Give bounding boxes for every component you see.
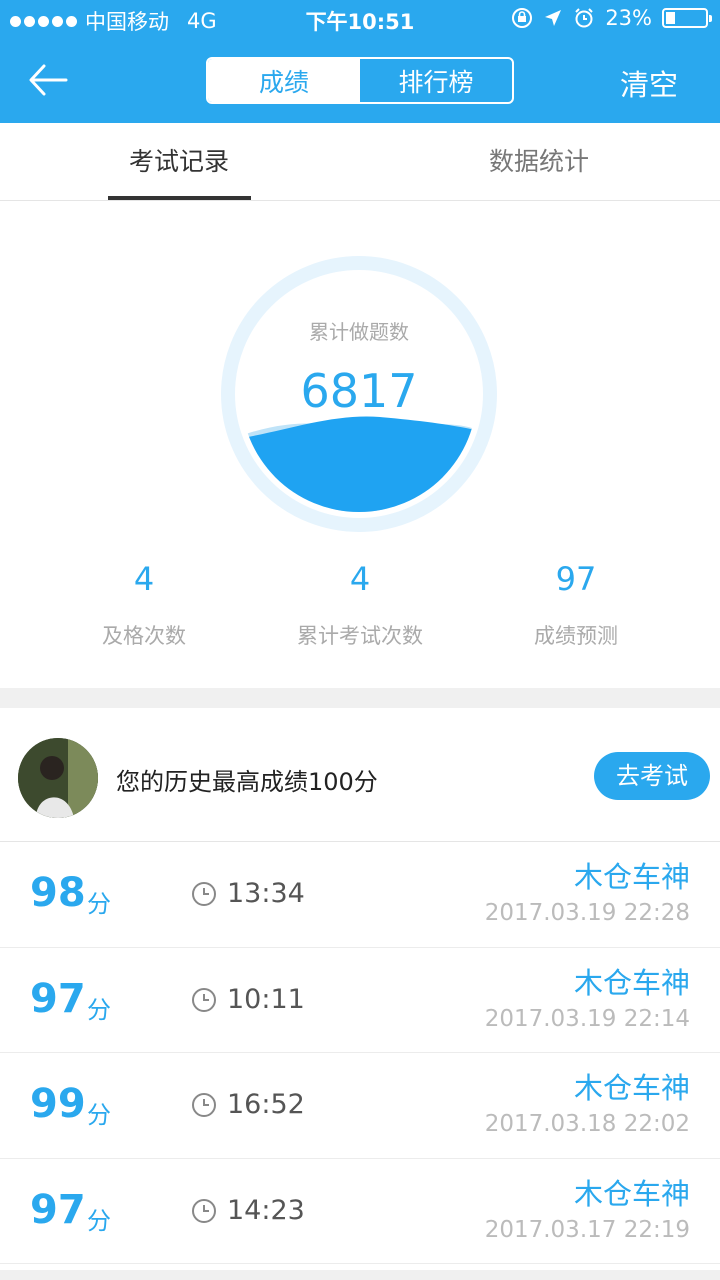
list-item[interactable]: 97 分 14:23 木仓车神 2017.03.17 22:19 (0, 1159, 720, 1264)
record-user: 木仓车神 (573, 1176, 690, 1211)
status-bar: 中国移动 4G 下午10:51 23% (0, 0, 720, 40)
segment-control: 成绩 排行榜 (206, 57, 514, 104)
record-date: 2017.03.17 22:19 (484, 1216, 690, 1243)
lock-rotation-icon (512, 8, 533, 28)
record-duration: 16:52 (227, 1089, 305, 1120)
record-user: 木仓车神 (573, 1071, 690, 1105)
clock-icon (192, 987, 216, 1012)
clock-icon (192, 882, 216, 906)
record-duration: 14:23 (227, 1194, 305, 1226)
total-questions-value: 6817 (300, 364, 418, 418)
total-questions-label: 累计做题数 (309, 320, 409, 344)
record-user: 木仓车神 (573, 860, 690, 894)
stat-value: 97 (555, 560, 597, 598)
tab-bar: 考试记录 数据统计 (0, 123, 720, 201)
stat-exam-count: 4 累计考试次数 (240, 560, 480, 650)
battery-percent: 23% (605, 6, 652, 30)
stat-label: 成绩预测 (534, 624, 618, 648)
best-score-row: 您的历史最高成绩100分 去考试 (0, 708, 720, 842)
battery-icon (662, 8, 712, 28)
record-score: 97 (30, 1186, 86, 1233)
record-score: 97 (30, 975, 86, 1022)
clear-button[interactable]: 清空 (620, 62, 678, 104)
location-arrow-icon (545, 10, 562, 26)
avatar[interactable] (18, 738, 98, 818)
record-date: 2017.03.19 22:28 (484, 900, 690, 926)
segment-scores[interactable]: 成绩 (208, 59, 360, 102)
record-score-unit: 分 (87, 1101, 111, 1129)
stat-value: 4 (349, 560, 371, 598)
record-score-unit: 分 (87, 890, 111, 918)
record-date: 2017.03.19 22:14 (484, 1005, 690, 1032)
record-score-unit: 分 (87, 995, 111, 1024)
record-duration: 13:34 (227, 878, 305, 909)
record-date: 2017.03.18 22:02 (484, 1111, 690, 1137)
stat-label: 累计考试次数 (297, 624, 423, 648)
record-user: 木仓车神 (573, 965, 690, 1000)
active-tab-indicator (108, 196, 251, 200)
list-item[interactable]: 99 分 16:52 木仓车神 2017.03.18 22:02 (0, 1053, 720, 1159)
nav-bar: 成绩 排行榜 清空 (0, 40, 720, 123)
record-score-unit: 分 (87, 1206, 111, 1235)
stat-score-prediction: 97 成绩预测 (456, 560, 696, 650)
bottom-divider (0, 1270, 720, 1280)
tab-exam-records[interactable]: 考试记录 (104, 123, 254, 201)
stat-pass-count: 4 及格次数 (24, 560, 264, 650)
clock-icon (192, 1198, 216, 1223)
record-score: 99 (30, 1081, 86, 1127)
status-icons: 23% (511, 6, 712, 30)
stat-label: 及格次数 (102, 624, 186, 648)
record-duration: 10:11 (227, 983, 305, 1015)
back-arrow-icon[interactable] (26, 60, 70, 100)
list-item[interactable]: 97 分 10:11 木仓车神 2017.03.19 22:14 (0, 948, 720, 1053)
record-score: 98 (30, 870, 86, 916)
exam-record-list: 98 分 13:34 木仓车神 2017.03.19 22:28 97 分 10:11 木仓车神… (0, 842, 720, 1264)
clock-icon (192, 1093, 216, 1117)
segment-leaderboard[interactable]: 排行榜 (360, 59, 512, 102)
best-score-text: 您的历史最高成绩100分 (116, 768, 378, 796)
section-divider (0, 688, 720, 708)
take-exam-button[interactable]: 去考试 (594, 752, 710, 800)
list-item[interactable]: 98 分 13:34 木仓车神 2017.03.19 22:28 (0, 842, 720, 948)
stat-value: 4 (133, 560, 155, 598)
alarm-icon (575, 8, 594, 28)
tab-statistics[interactable]: 数据统计 (464, 123, 614, 201)
